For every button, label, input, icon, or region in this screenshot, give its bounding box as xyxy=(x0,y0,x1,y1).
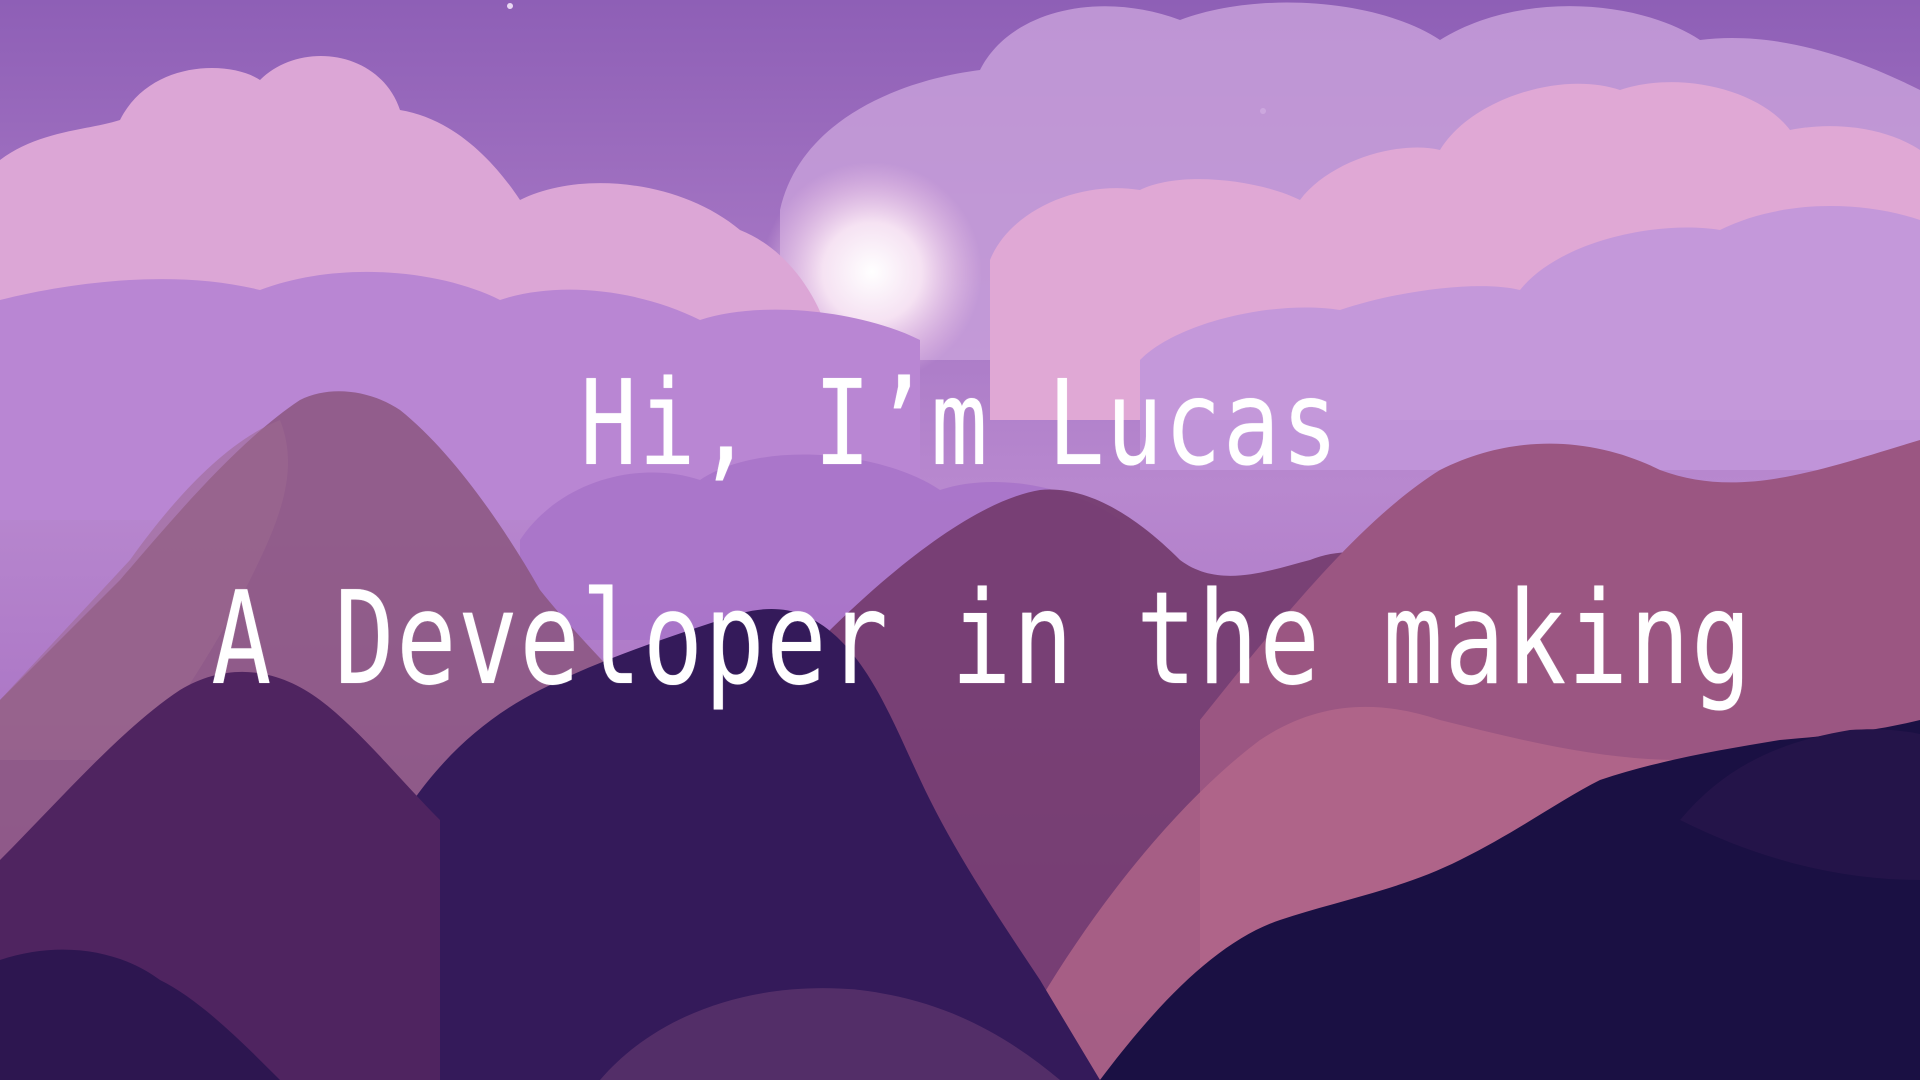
background-landscape xyxy=(0,0,1920,1080)
star xyxy=(507,3,513,9)
hero-section: Hi, I’m Lucas A Developer in the making xyxy=(0,0,1920,1080)
